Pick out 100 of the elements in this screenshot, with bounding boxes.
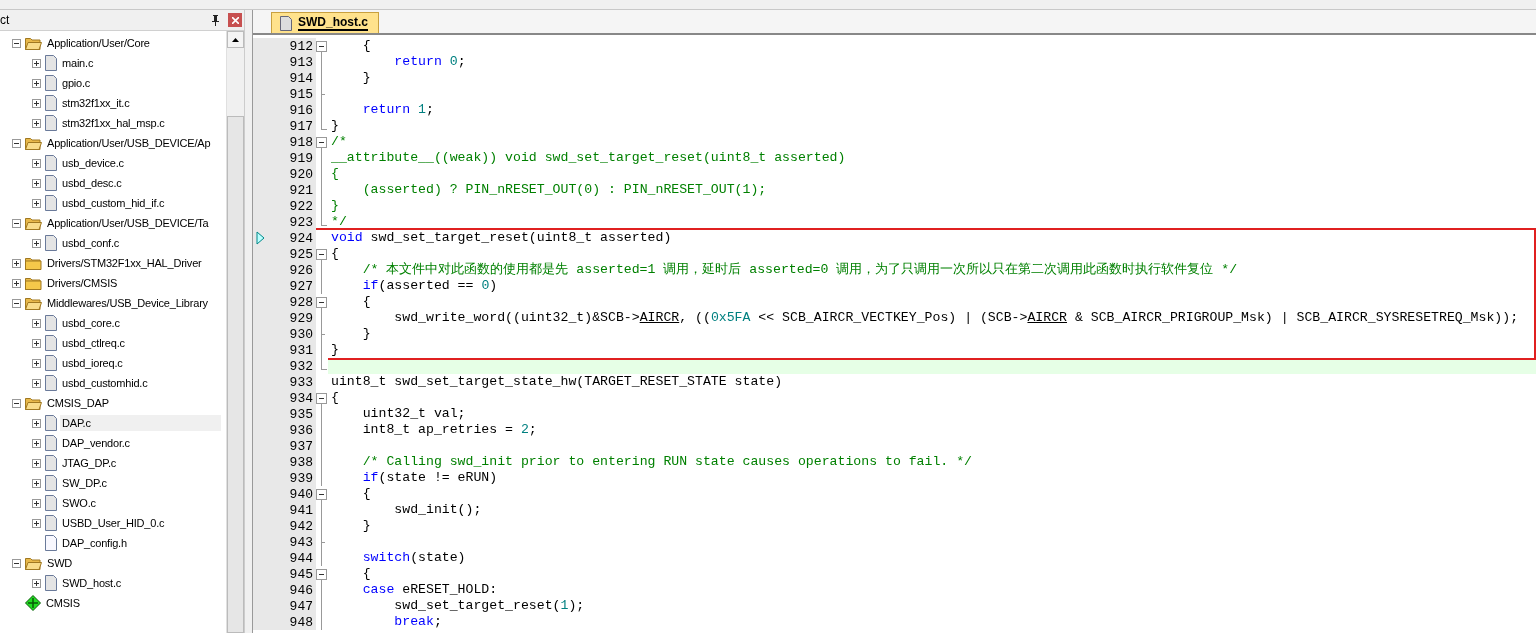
tree-item[interactable]: stm32f1xx_it.c — [60, 95, 132, 111]
tree-item[interactable]: DAP.c — [60, 415, 221, 431]
expand-toggle[interactable] — [32, 378, 41, 388]
tree-item[interactable]: CMSIS — [44, 595, 82, 611]
tree-item[interactable]: DAP_config.h — [60, 535, 129, 551]
folder-icon — [25, 136, 42, 150]
tree-item[interactable]: JTAG_DP.c — [60, 455, 119, 471]
expand-toggle[interactable] — [32, 318, 41, 328]
expand-toggle[interactable] — [32, 178, 41, 188]
expand-toggle[interactable] — [12, 558, 21, 568]
collapse-button[interactable] — [316, 249, 327, 260]
line-number: 931 — [289, 342, 314, 358]
expand-toggle[interactable] — [12, 398, 21, 408]
scroll-up-button[interactable] — [227, 31, 244, 48]
tree-item[interactable]: main.c — [60, 55, 96, 71]
tree-item[interactable]: usbd_conf.c — [60, 235, 122, 251]
file-icon — [45, 495, 57, 511]
expand-toggle[interactable] — [32, 158, 41, 168]
tree-item[interactable]: SWD_host.c — [60, 575, 124, 591]
collapse-button[interactable] — [316, 489, 327, 500]
file-icon — [280, 15, 292, 31]
line-number: 919 — [289, 150, 314, 166]
expand-toggle[interactable] — [12, 218, 21, 228]
tree-item[interactable]: Application/User/USB_DEVICE/Ta — [45, 215, 211, 231]
tree-item[interactable]: DAP_vendor.c — [60, 435, 132, 451]
code-line: } — [361, 326, 371, 342]
tree-item[interactable]: stm32f1xx_hal_msp.c — [60, 115, 167, 131]
tree-item[interactable]: USBD_User_HID_0.c — [60, 515, 167, 531]
tree-item[interactable]: usbd_customhid.c — [60, 375, 150, 391]
folder-icon — [25, 36, 42, 50]
file-icon — [45, 95, 57, 111]
tree-item[interactable]: Drivers/CMSIS — [45, 275, 120, 291]
code-line: /* 本文件中对此函数的使用都是先 asserted=1 调用，延时后 asserted=0 调用，为了只调用一次所以只在第二次调用此函数时执行软件复位 */ — [361, 262, 1238, 278]
expand-toggle[interactable] — [32, 78, 41, 88]
file-tab[interactable]: SWD_host.c — [271, 12, 379, 33]
expand-toggle[interactable] — [32, 98, 41, 108]
line-number: 938 — [289, 454, 314, 470]
collapse-button[interactable] — [316, 297, 327, 308]
tree-item[interactable]: Application/User/USB_DEVICE/Ap — [45, 135, 213, 151]
expand-toggle[interactable] — [32, 438, 41, 448]
line-number: 920 — [289, 166, 314, 182]
line-number: 924 — [289, 230, 314, 246]
tree-item[interactable]: usbd_custom_hid_if.c — [60, 195, 167, 211]
expand-toggle[interactable] — [12, 138, 21, 148]
arrow-up-icon — [232, 37, 239, 42]
pin-icon[interactable] — [211, 14, 220, 26]
expand-toggle[interactable] — [32, 458, 41, 468]
code-line: case eRESET_HOLD: — [361, 582, 498, 598]
tree-item[interactable]: gpio.c — [60, 75, 93, 91]
line-number: 918 — [289, 134, 314, 150]
close-button[interactable] — [228, 13, 242, 27]
tree-item[interactable]: usb_device.c — [60, 155, 126, 171]
expand-toggle[interactable] — [32, 578, 41, 588]
code-line: { — [331, 246, 339, 262]
expand-toggle[interactable] — [32, 198, 41, 208]
collapse-button[interactable] — [316, 41, 327, 52]
file-icon — [45, 335, 57, 351]
code-line: return 0; — [393, 54, 466, 70]
collapse-button[interactable] — [316, 393, 327, 404]
tree-item[interactable]: usbd_ctlreq.c — [60, 335, 127, 351]
expand-toggle[interactable] — [12, 278, 21, 288]
expand-toggle[interactable] — [32, 118, 41, 128]
code-line: __attribute__((weak)) void swd_set_target_reset(uint8_t asserted) — [331, 150, 846, 166]
expand-toggle[interactable] — [12, 298, 21, 308]
scrollbar-thumb[interactable] — [227, 116, 244, 633]
code-line: } — [331, 342, 339, 358]
code-line: uint8_t swd_set_target_state_hw(TARGET_RESET_STATE state) — [331, 374, 783, 390]
file-icon — [45, 455, 57, 471]
line-number: 939 — [289, 470, 314, 486]
code-line: /* Calling swd_init prior to entering RUN state causes operations to fail. */ — [361, 454, 973, 470]
tree-item[interactable]: usbd_ioreq.c — [60, 355, 125, 371]
folder-icon — [25, 216, 42, 230]
code-line: (asserted) ? PIN_nRESET_OUT(0) : PIN_nRESET_OUT(1); — [361, 182, 767, 198]
tree-item[interactable]: SW_DP.c — [60, 475, 109, 491]
expand-toggle[interactable] — [32, 418, 41, 428]
expand-toggle[interactable] — [32, 498, 41, 508]
expand-toggle[interactable] — [32, 338, 41, 348]
line-number: 941 — [289, 502, 314, 518]
tree-item[interactable]: Drivers/STM32F1xx_HAL_Driver — [45, 255, 204, 271]
collapse-button[interactable] — [316, 569, 327, 580]
tree-item[interactable]: usbd_core.c — [60, 315, 122, 331]
expand-toggle[interactable] — [32, 478, 41, 488]
expand-toggle[interactable] — [12, 38, 21, 48]
file-icon — [45, 195, 57, 211]
tree-item[interactable]: SWD — [45, 555, 75, 571]
scrollbar[interactable] — [226, 31, 244, 633]
file-icon — [45, 435, 57, 451]
line-number: 947 — [289, 598, 314, 614]
expand-toggle[interactable] — [32, 518, 41, 528]
expand-toggle[interactable] — [32, 238, 41, 248]
expand-toggle[interactable] — [12, 258, 21, 268]
component-icon — [25, 595, 41, 611]
tree-item[interactable]: Application/User/Core — [45, 35, 152, 51]
tree-item[interactable]: CMSIS_DAP — [45, 395, 111, 411]
expand-toggle[interactable] — [32, 58, 41, 68]
tree-item[interactable]: usbd_desc.c — [60, 175, 124, 191]
tree-item[interactable]: SWO.c — [60, 495, 98, 511]
collapse-button[interactable] — [316, 137, 327, 148]
expand-toggle[interactable] — [32, 358, 41, 368]
tree-item[interactable]: Middlewares/USB_Device_Library — [45, 295, 210, 311]
